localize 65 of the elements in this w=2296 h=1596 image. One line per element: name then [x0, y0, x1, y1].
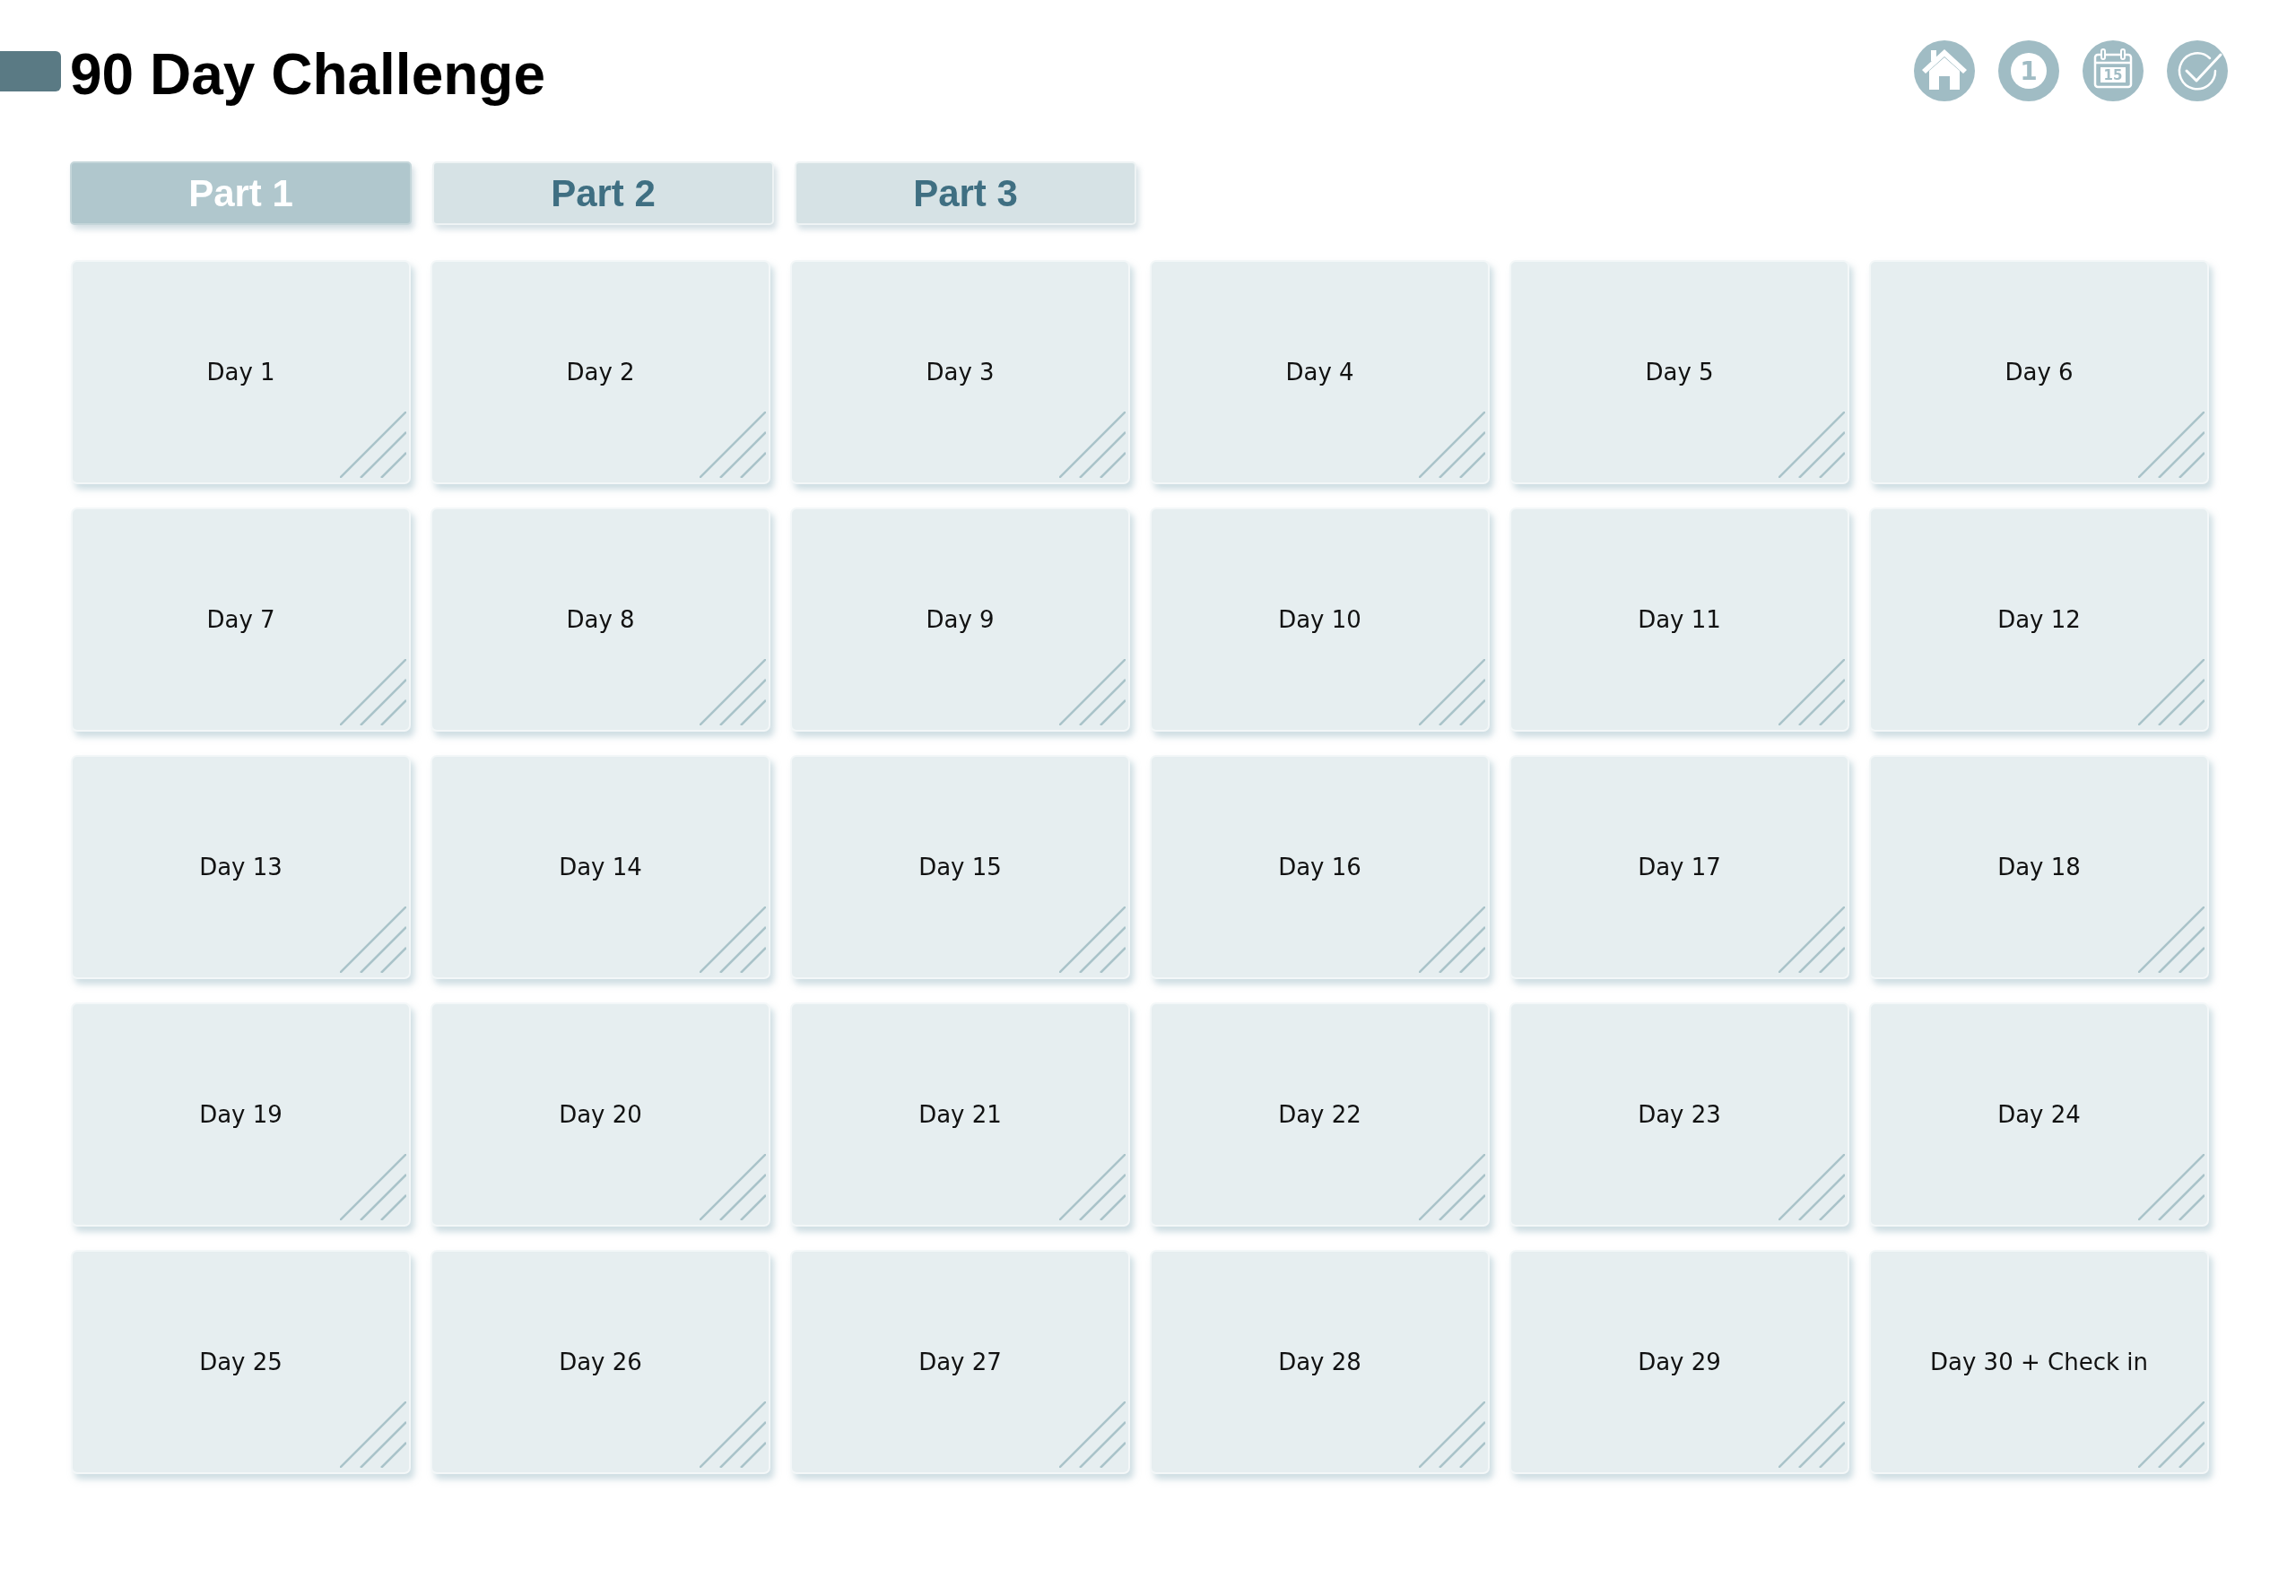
diagonal-lines-icon — [1059, 659, 1126, 725]
diagonal-lines-icon — [340, 1401, 406, 1468]
part-tab[interactable]: Part 3 — [795, 161, 1136, 225]
diagonal-lines-icon — [1779, 659, 1845, 725]
day-card[interactable]: Day 19 — [71, 1002, 411, 1227]
day-card[interactable]: Day 15 — [790, 755, 1130, 979]
diagonal-lines-icon — [700, 412, 766, 478]
diagonal-lines-icon — [700, 1401, 766, 1468]
day-card[interactable]: Day 27 — [790, 1250, 1130, 1474]
diagonal-lines-icon — [1059, 1154, 1126, 1220]
diagonal-lines-icon — [2138, 412, 2205, 478]
day-card[interactable]: Day 2 — [430, 260, 770, 484]
diagonal-lines-icon — [700, 1154, 766, 1220]
diagonal-lines-icon — [340, 659, 406, 725]
day-card[interactable]: Day 4 — [1150, 260, 1490, 484]
diagonal-lines-icon — [1779, 1154, 1845, 1220]
day-card[interactable]: Day 5 — [1509, 260, 1849, 484]
day-card[interactable]: Day 24 — [1869, 1002, 2209, 1227]
day-card[interactable]: Day 30 + Check in — [1869, 1250, 2209, 1474]
diagonal-lines-icon — [700, 659, 766, 725]
diagonal-lines-icon — [2138, 659, 2205, 725]
day-card[interactable]: Day 6 — [1869, 260, 2209, 484]
day-card[interactable]: Day 13 — [71, 755, 411, 979]
diagonal-lines-icon — [1419, 412, 1485, 478]
day-card[interactable]: Day 3 — [790, 260, 1130, 484]
day-card[interactable]: Day 18 — [1869, 755, 2209, 979]
day-card[interactable]: Day 11 — [1509, 507, 1849, 732]
day-card[interactable]: Day 21 — [790, 1002, 1130, 1227]
diagonal-lines-icon — [1779, 412, 1845, 478]
check-circle-icon[interactable] — [2167, 40, 2228, 101]
diagonal-lines-icon — [1419, 1401, 1485, 1468]
day-card[interactable]: Day 20 — [430, 1002, 770, 1227]
day-card[interactable]: Day 22 — [1150, 1002, 1490, 1227]
diagonal-lines-icon — [1779, 1401, 1845, 1468]
day-card[interactable]: Day 8 — [430, 507, 770, 732]
diagonal-lines-icon — [1419, 1154, 1485, 1220]
day-card[interactable]: Day 17 — [1509, 755, 1849, 979]
diagonal-lines-icon — [1419, 906, 1485, 973]
home-icon[interactable] — [1914, 40, 1975, 101]
day-card[interactable]: Day 25 — [71, 1250, 411, 1474]
diagonal-lines-icon — [1059, 1401, 1126, 1468]
part-tab[interactable]: Part 2 — [432, 161, 774, 225]
accent-bar — [0, 50, 61, 91]
diagonal-lines-icon — [1419, 659, 1485, 725]
day-card[interactable]: Day 12 — [1869, 507, 2209, 732]
day-card[interactable]: Day 23 — [1509, 1002, 1849, 1227]
diagonal-lines-icon — [340, 1154, 406, 1220]
day-card[interactable]: Day 7 — [71, 507, 411, 732]
day-card[interactable]: Day 28 — [1150, 1250, 1490, 1474]
diagonal-lines-icon — [2138, 1154, 2205, 1220]
day-card[interactable]: Day 29 — [1509, 1250, 1849, 1474]
day-card[interactable]: Day 10 — [1150, 507, 1490, 732]
day-card[interactable]: Day 14 — [430, 755, 770, 979]
diagonal-lines-icon — [1059, 906, 1126, 973]
diagonal-lines-icon — [340, 412, 406, 478]
day-card[interactable]: Day 26 — [430, 1250, 770, 1474]
day-card[interactable]: Day 9 — [790, 507, 1130, 732]
diagonal-lines-icon — [1059, 412, 1126, 478]
diagonal-lines-icon — [2138, 906, 2205, 973]
diagonal-lines-icon — [1779, 906, 1845, 973]
diagonal-lines-icon — [2138, 1401, 2205, 1468]
day-card[interactable]: Day 16 — [1150, 755, 1490, 979]
day-card[interactable]: Day 1 — [71, 260, 411, 484]
diagonal-lines-icon — [340, 906, 406, 973]
diagonal-lines-icon — [700, 906, 766, 973]
